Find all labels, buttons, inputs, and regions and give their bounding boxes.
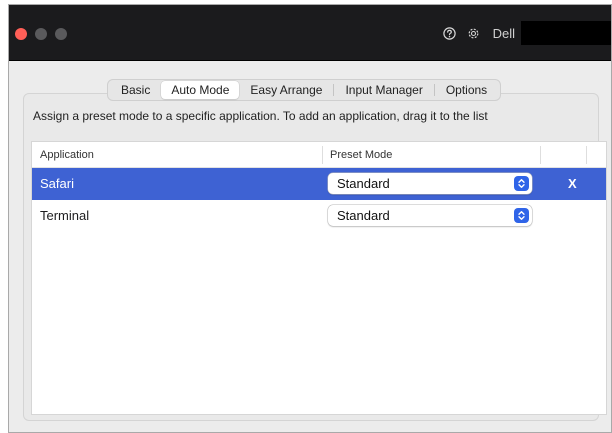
instruction-text: Assign a preset mode to a specific appli… — [33, 109, 488, 123]
tab-input-manager[interactable]: Input Manager — [334, 81, 433, 99]
tab-basic[interactable]: Basic — [110, 81, 161, 99]
title-bar: Dell — [9, 5, 611, 61]
column-divider — [586, 146, 587, 164]
gear-icon[interactable] — [467, 26, 481, 40]
tab-bar: Basic Auto Mode Easy Arrange Input Manag… — [107, 79, 502, 101]
table-row[interactable]: Terminal Standard — [32, 200, 606, 232]
main-content: Basic Auto Mode Easy Arrange Input Manag… — [9, 61, 611, 432]
preset-mode-value: Standard — [337, 208, 390, 223]
minimize-window-button[interactable] — [35, 28, 47, 40]
tab-options[interactable]: Options — [435, 81, 498, 99]
column-divider — [540, 146, 541, 164]
column-divider — [322, 146, 323, 164]
brand-label: Dell — [492, 25, 515, 41]
column-header-preset-mode[interactable]: Preset Mode — [330, 142, 392, 168]
redacted-area — [521, 21, 611, 45]
application-table[interactable]: Application Preset Mode Safari Standard — [31, 141, 607, 415]
table-row[interactable]: Safari Standard X — [32, 168, 606, 200]
preset-mode-select[interactable]: Standard — [328, 205, 532, 226]
remove-row-button[interactable]: X — [568, 168, 577, 200]
application-name: Terminal — [40, 208, 90, 223]
tab-easy-arrange[interactable]: Easy Arrange — [239, 81, 333, 99]
table-header: Application Preset Mode — [32, 142, 606, 168]
zoom-window-button[interactable] — [55, 28, 67, 40]
preset-mode-value: Standard — [337, 176, 390, 191]
app-window: Dell Basic Auto Mode Easy Arrange Input … — [8, 4, 612, 433]
stepper-icon[interactable] — [514, 176, 529, 191]
tab-auto-mode[interactable]: Auto Mode — [161, 81, 240, 99]
application-name: Safari — [40, 176, 74, 191]
close-window-button[interactable] — [15, 28, 27, 40]
help-icon[interactable] — [443, 26, 457, 40]
preset-mode-select[interactable]: Standard — [328, 173, 532, 194]
titlebar-controls: Dell — [443, 21, 611, 45]
column-header-application[interactable]: Application — [40, 142, 94, 168]
stepper-icon[interactable] — [514, 208, 529, 223]
